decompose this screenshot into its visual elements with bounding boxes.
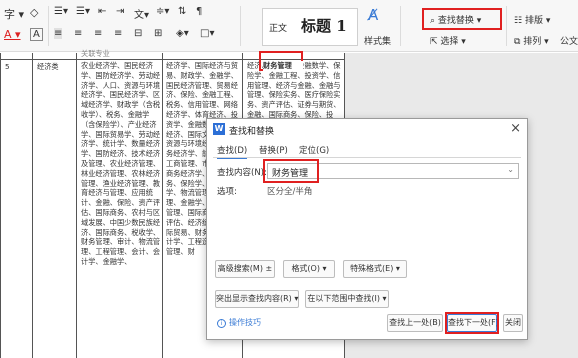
advanced-search-button[interactable]: 高级搜索(M) ±	[215, 260, 275, 278]
sort-icon[interactable]: ⇅	[178, 6, 186, 17]
decrease-indent-icon[interactable]: ⇤	[98, 6, 106, 17]
layout-icon: ☷	[514, 16, 525, 26]
options-label: 选项:	[217, 187, 237, 197]
align-right-icon[interactable]: ≡	[94, 28, 102, 39]
bullet-list-icon[interactable]: ☰▾	[54, 6, 68, 17]
find-replace-dialog: W 查找和替换 × 查找(D) 替换(P) 定位(G) 查找内容(N): 财务管…	[206, 118, 528, 340]
chevron-down-icon[interactable]: ⌄	[507, 165, 514, 174]
line-spacing-icon[interactable]: ≑▾	[156, 6, 169, 17]
ribbon-toolbar: 字 ▾ ◇ A ▾ A ☰▾ ☰▾ ⇤ ⇥ 文▾ ≑▾ ⇅ ¶ ≡ ≡ ≡ ≡ …	[0, 0, 578, 52]
style-heading-1[interactable]: 标题 1	[301, 15, 347, 36]
numbered-list-icon[interactable]: ☰▾	[76, 6, 90, 17]
category-cell: 经济类	[37, 62, 59, 71]
info-icon: i	[217, 319, 226, 328]
char-border-icon[interactable]: A	[30, 28, 43, 41]
wps-logo-icon: W	[213, 123, 225, 135]
find-replace-button[interactable]: ⌕ 查找替换 ▾	[430, 13, 481, 26]
distribute-icon[interactable]: ⊟	[134, 28, 142, 39]
justify-icon[interactable]: ≡	[114, 28, 122, 39]
row-number: 5	[5, 62, 10, 71]
search-icon: ⌕	[430, 16, 438, 26]
special-format-button[interactable]: 特殊格式(E) ▾	[343, 260, 407, 278]
layout-label: 排版	[524, 16, 543, 26]
style-gallery[interactable]: 正文 标题 1	[262, 8, 358, 46]
format-button[interactable]: 格式(O) ▾	[283, 260, 335, 278]
font-color-icon[interactable]: A ▾	[4, 28, 21, 41]
table-column	[33, 53, 77, 358]
tips-label: 操作技巧	[229, 318, 261, 327]
find-next-highlight	[445, 312, 499, 334]
align-left-icon[interactable]: ≡	[54, 28, 63, 39]
arrange-icon: ⧉	[514, 37, 524, 47]
find-in-scope-button[interactable]: 在以下范围中查找(I) ▾	[305, 290, 389, 308]
separator	[240, 6, 241, 46]
separator	[506, 6, 507, 46]
tips-link[interactable]: i 操作技巧	[217, 317, 261, 328]
options-value: 区分全/半角	[267, 187, 313, 197]
close-icon[interactable]: ×	[510, 121, 521, 136]
tab-replace[interactable]: 替换(P)	[259, 144, 288, 156]
tab-goto[interactable]: 定位(G)	[299, 144, 329, 156]
official-format-button[interactable]: 公文格	[560, 34, 578, 47]
styles-set-label[interactable]: 样式集	[364, 34, 391, 47]
font-type-icon[interactable]: 字 ▾	[4, 6, 24, 22]
separator	[48, 6, 49, 46]
arrange-label: 排列	[523, 37, 542, 47]
select-button[interactable]: ⇱ 选择 ▾	[430, 34, 466, 47]
separator	[400, 6, 401, 46]
shading-icon[interactable]: ◈▾	[176, 28, 189, 39]
find-replace-label: 查找替换	[437, 16, 474, 26]
highlight-results-button[interactable]: 突出显示查找内容(R) ▾	[215, 290, 299, 308]
table-cell-graduate: 农业经济学、国民经济学、国防经济学、劳动经济学、人口、资源与环境经济学、国民经济…	[81, 61, 161, 266]
arrange-button[interactable]: ⧉ 排列 ▾	[514, 34, 549, 47]
style-normal[interactable]: 正文	[269, 21, 287, 34]
styles-set-icon[interactable]: A̸	[368, 6, 378, 24]
cursor-select-icon: ⇱	[430, 37, 441, 47]
dialog-title: 查找和替换	[229, 127, 275, 137]
find-label: 查找内容(N):	[217, 168, 267, 178]
highlighted-term: 财务管理	[263, 61, 303, 71]
close-button[interactable]: 关闭	[503, 314, 523, 332]
eraser-icon[interactable]: ◇	[30, 6, 38, 19]
dialog-titlebar[interactable]: W 查找和替换 ×	[207, 119, 527, 139]
select-label: 选择	[440, 37, 459, 47]
show-marks-icon[interactable]: ¶	[196, 6, 202, 17]
border-icon[interactable]: □▾	[200, 28, 214, 39]
layout-button[interactable]: ☷ 排版 ▾	[514, 13, 550, 26]
partial-cell-text: 关联专业	[81, 49, 110, 58]
chinese-layout-icon[interactable]: 文▾	[134, 6, 149, 21]
table-column	[1, 53, 33, 358]
increase-indent-icon[interactable]: ⇥	[116, 6, 124, 17]
find-input-highlight	[263, 159, 319, 183]
find-previous-button[interactable]: 查找上一处(B)	[387, 314, 443, 332]
tab-divider	[213, 157, 521, 158]
columns-icon[interactable]: ⊞	[154, 28, 162, 39]
align-center-icon[interactable]: ≡	[74, 28, 82, 39]
